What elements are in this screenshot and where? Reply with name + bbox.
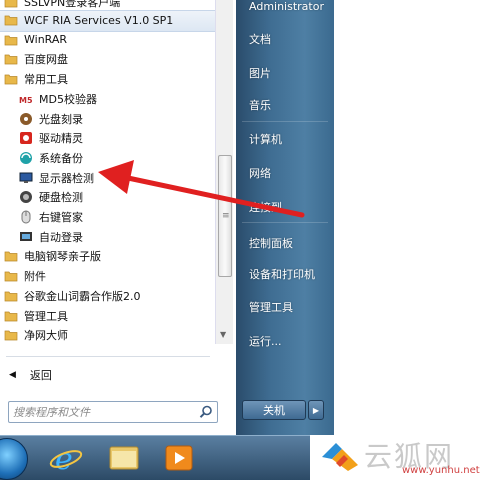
watermark: 云狐网 www.yunhu.net [310, 435, 500, 479]
back-label: 返回 [29, 369, 52, 382]
start-orb-icon[interactable] [0, 438, 28, 480]
right-item-connect-to[interactable]: 连接到 [249, 199, 282, 215]
divider [6, 356, 210, 357]
program-item[interactable]: 自动登录 [0, 227, 214, 247]
chevron-right-icon: ▶ [312, 405, 320, 415]
program-label: 附件 [24, 270, 46, 284]
scrollbar-grip-icon: ≡ [222, 211, 230, 221]
program-label: 自动登录 [39, 230, 83, 244]
right-item-documents[interactable]: 文档 [249, 31, 271, 47]
right-item-music[interactable]: 音乐 [249, 97, 271, 113]
program-item[interactable]: WCF RIA Services V1.0 SP1 [0, 10, 214, 30]
program-label: 显示器检测 [39, 171, 94, 185]
right-item-run[interactable]: 运行... [249, 333, 282, 349]
search-input[interactable] [13, 403, 195, 421]
shutdown-options-button[interactable]: ▶ [308, 400, 324, 420]
taskbar: e [0, 435, 310, 480]
program-label: WCF RIA Services V1.0 SP1 [24, 13, 174, 27]
desktop-background [334, 0, 500, 435]
file-explorer-icon[interactable] [100, 439, 148, 477]
auto-login-icon [19, 230, 33, 244]
folder-icon [4, 269, 18, 283]
svg-text:M5: M5 [19, 96, 33, 105]
program-label: 管理工具 [24, 309, 68, 323]
program-item[interactable]: WinRAR [0, 30, 214, 50]
disc-burn-icon [19, 112, 33, 126]
program-item[interactable]: 净网大师 [0, 325, 214, 345]
folder-icon [4, 289, 18, 303]
watermark-url: www.yunhu.net [402, 465, 480, 476]
program-item[interactable]: 硬盘检测 [0, 187, 214, 207]
program-label: 光盘刻录 [39, 112, 83, 126]
right-item-devices-printers[interactable]: 设备和打印机 [249, 266, 315, 282]
right-item-network[interactable]: 网络 [249, 165, 271, 181]
program-list-panel: SSLVPN登录客户端 WCF RIA Services V1.0 SP1 Win… [0, 0, 237, 435]
back-button[interactable]: ◀ 返回 [0, 364, 214, 386]
folder-icon [4, 309, 18, 323]
program-item[interactable]: 谷歌金山词霸合作版2.0 [0, 286, 214, 306]
program-label: 右键管家 [39, 211, 83, 224]
program-list-scrollbar[interactable]: ≡ ▼ [215, 0, 233, 344]
program-item[interactable]: 附件 [0, 266, 214, 286]
right-item-control-panel[interactable]: 控制面板 [249, 235, 293, 251]
program-item[interactable]: 常用工具 [0, 69, 214, 89]
search-icon[interactable] [199, 405, 213, 419]
program-item[interactable]: 右键管家 [0, 207, 214, 227]
back-arrow-icon: ◀ [9, 370, 16, 380]
program-label: 电脑钢琴亲子版 [24, 250, 101, 264]
program-label: 谷歌金山词霸合作版2.0 [24, 289, 141, 303]
system-backup-icon [19, 151, 33, 165]
md5-checker-icon: M5 [19, 92, 33, 106]
program-item[interactable]: 驱动精灵 [0, 128, 214, 148]
start-menu-right-panel: Administrator 文档 图片 音乐 计算机 网络 连接到 控制面板 设… [236, 0, 334, 435]
search-box[interactable] [8, 401, 218, 423]
scroll-down-arrow-icon[interactable]: ▼ [220, 330, 226, 339]
right-separator [242, 222, 328, 223]
program-label: 驱动精灵 [39, 132, 83, 146]
shutdown-button[interactable]: 关机 [242, 400, 306, 420]
program-label: 百度网盘 [24, 53, 68, 67]
svg-text:e: e [55, 442, 73, 477]
program-item[interactable]: 光盘刻录 [0, 109, 214, 129]
right-item-computer[interactable]: 计算机 [249, 131, 282, 147]
folder-icon [4, 33, 18, 47]
program-label: 常用工具 [24, 73, 68, 87]
program-item[interactable]: M5 MD5校验器 [0, 89, 214, 109]
program-item[interactable]: 显示器检测 [0, 168, 214, 188]
program-label: WinRAR [24, 33, 68, 47]
right-item-pictures[interactable]: 图片 [249, 65, 271, 81]
folder-icon [4, 13, 18, 27]
monitor-test-icon [19, 171, 33, 185]
folder-icon [4, 52, 18, 66]
user-name[interactable]: Administrator [249, 0, 324, 13]
program-item[interactable]: 系统备份 [0, 148, 214, 168]
internet-explorer-icon[interactable]: e [42, 439, 90, 477]
program-label: SSLVPN登录客户端 [24, 0, 121, 9]
right-item-admin-tools[interactable]: 管理工具 [249, 299, 293, 315]
mouse-right-click-icon [19, 210, 33, 224]
folder-icon [4, 328, 18, 342]
yunhu-logo-icon [322, 443, 358, 471]
media-player-icon[interactable] [158, 439, 206, 477]
driver-genius-icon [19, 131, 33, 145]
program-item[interactable]: 百度网盘 [0, 49, 214, 69]
program-label: 净网大师 [24, 329, 68, 343]
right-separator [242, 121, 328, 122]
program-label: MD5校验器 [39, 92, 97, 106]
program-item[interactable]: 电脑钢琴亲子版 [0, 246, 214, 266]
program-label: 系统备份 [39, 151, 83, 165]
hard-disk-test-icon [19, 190, 33, 204]
program-label: 硬盘检测 [39, 191, 83, 205]
folder-icon [4, 72, 18, 86]
folder-icon [4, 0, 18, 9]
scrollbar-thumb[interactable]: ≡ [218, 155, 232, 277]
program-item[interactable]: 管理工具 [0, 306, 214, 326]
folder-icon [4, 249, 18, 263]
